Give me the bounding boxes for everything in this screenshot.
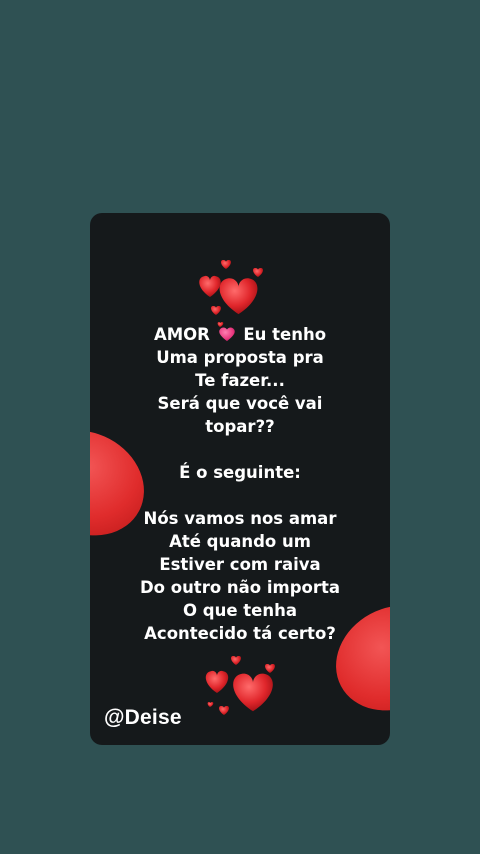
pink-heart-icon (218, 327, 235, 342)
message-text: AMOR Eu tenho Uma proposta pra Te fazer.… (90, 323, 390, 645)
message-line-first: AMOR Eu tenho (90, 323, 390, 346)
message-line: É o seguinte: (179, 463, 301, 482)
message-line: topar?? (205, 417, 275, 436)
story-card: AMOR Eu tenho Uma proposta pra Te fazer.… (90, 213, 390, 745)
message-line: Uma proposta pra (156, 348, 324, 367)
hearts-cluster-top-icon (190, 257, 290, 327)
message-line: Estiver com raiva (159, 555, 321, 574)
message-line: Te fazer... (195, 371, 285, 390)
message-word-amor: AMOR (153, 325, 210, 344)
screen: AMOR Eu tenho Uma proposta pra Te fazer.… (0, 0, 480, 854)
message-line: Até quando um (169, 532, 311, 551)
message-line: Nós vamos nos amar (143, 509, 337, 528)
message-line: O que tenha (183, 601, 297, 620)
hearts-cluster-bottom-icon (196, 653, 296, 723)
message-line: Será que você vai (157, 394, 323, 413)
message-line: Acontecido tá certo? (144, 624, 336, 643)
watermark-username: @Deise (104, 706, 182, 729)
message-words-eu-tenho: Eu tenho (243, 325, 327, 344)
message-line: Do outro não importa (139, 578, 341, 597)
